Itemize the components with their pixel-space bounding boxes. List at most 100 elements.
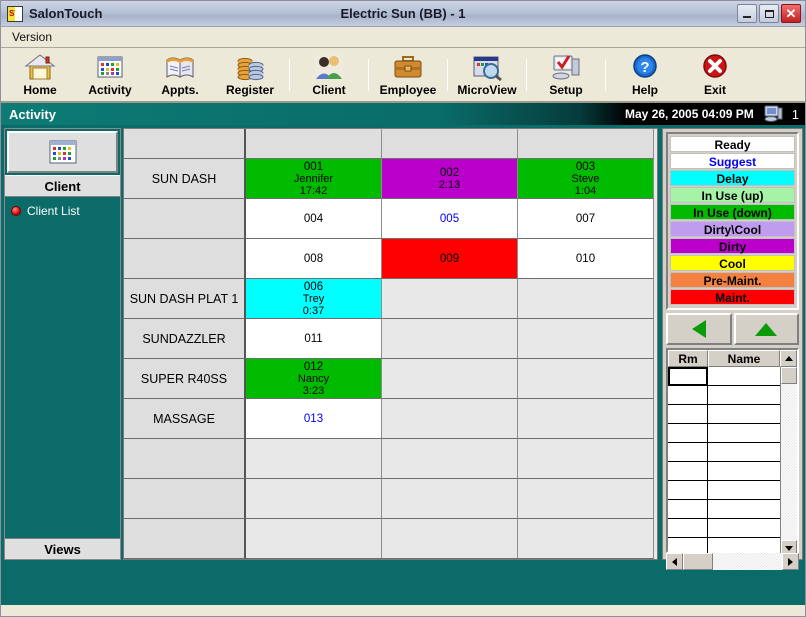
hscrollbar-track[interactable] xyxy=(713,553,782,570)
grid-row-label[interactable] xyxy=(124,439,246,479)
grid-cell-bed[interactable]: 011 xyxy=(246,319,382,359)
grid-row: SUN DASH 001 Jennifer 17:42 002 2:13 003 Steve 1… xyxy=(124,159,657,199)
grid-cell-bed[interactable]: 004 xyxy=(246,199,382,239)
cell-rm[interactable] xyxy=(668,405,708,424)
cell-rm[interactable] xyxy=(668,462,708,481)
scrollbar-track[interactable] xyxy=(781,384,797,540)
bed-number: 001 xyxy=(303,160,324,173)
grid-cell-bed[interactable]: 009 xyxy=(382,239,518,279)
column-header-name[interactable]: Name xyxy=(708,350,780,367)
bed-number: 010 xyxy=(575,252,596,265)
scroll-right-button[interactable] xyxy=(782,553,799,570)
cell-rm[interactable] xyxy=(668,386,708,405)
app-icon: ST xyxy=(7,5,23,22)
grid-row-label[interactable]: SUNDAZZLER xyxy=(124,319,246,359)
toolbar-button-activity[interactable]: Activity xyxy=(75,49,145,101)
table-row[interactable] xyxy=(668,367,780,386)
table-row[interactable] xyxy=(668,424,780,443)
sidebar-item-list: Client List xyxy=(5,197,120,538)
grid-row-label[interactable]: SUN DASH xyxy=(124,159,246,199)
grid-cell-bed[interactable]: 013 xyxy=(246,399,382,439)
grid-cell-empty xyxy=(246,439,382,479)
cell-name[interactable] xyxy=(708,519,780,538)
toolbar-button-employee[interactable]: Employee xyxy=(373,49,443,101)
cell-name[interactable] xyxy=(708,443,780,462)
cell-rm[interactable] xyxy=(668,500,708,519)
sidebar-item-client-list[interactable]: Client List xyxy=(9,203,116,219)
maximize-button[interactable] xyxy=(759,4,779,23)
cell-name[interactable] xyxy=(708,424,780,443)
bed-number: 012 xyxy=(303,360,324,373)
table-row[interactable] xyxy=(668,405,780,424)
table-row[interactable] xyxy=(668,519,780,538)
cell-name[interactable] xyxy=(708,386,780,405)
hscrollbar-thumb[interactable] xyxy=(683,553,713,570)
grid-cell-bed[interactable]: 010 xyxy=(518,239,654,279)
table-row[interactable] xyxy=(668,500,780,519)
toolbar-label: Setup xyxy=(549,83,583,97)
minimize-icon xyxy=(743,15,751,18)
cell-rm[interactable] xyxy=(668,481,708,500)
toolbar-button-setup[interactable]: Setup xyxy=(531,49,601,101)
bed-number: 004 xyxy=(303,212,324,225)
cell-name[interactable] xyxy=(708,367,780,386)
horizontal-scrollbar[interactable] xyxy=(666,553,799,570)
svg-text:?: ? xyxy=(640,59,649,76)
toolbar-label: Help xyxy=(631,83,658,97)
cell-rm[interactable] xyxy=(668,367,708,386)
toolbar-button-microview[interactable]: MicroView xyxy=(452,49,522,101)
toolbar-label: Register xyxy=(225,83,275,97)
sidebar-views-button[interactable]: Views xyxy=(5,538,120,559)
column-header-rm[interactable]: Rm xyxy=(668,350,708,367)
menu-item-version[interactable]: Version xyxy=(7,29,57,45)
grid-cell-bed[interactable]: 008 xyxy=(246,239,382,279)
cell-name[interactable] xyxy=(708,500,780,519)
grid-row-label[interactable]: SUPER R40SS xyxy=(124,359,246,399)
toolbar-button-appts[interactable]: Appts. xyxy=(145,49,215,101)
cell-name[interactable] xyxy=(708,405,780,424)
grid-row-label[interactable] xyxy=(124,519,246,559)
grid-cell-bed[interactable]: 012 Nancy 3:23 xyxy=(246,359,382,399)
scroll-left-button[interactable] xyxy=(666,553,683,570)
grid-row-label[interactable]: MASSAGE xyxy=(124,399,246,439)
bed-number: 009 xyxy=(439,252,460,265)
nav-up-button[interactable] xyxy=(733,313,799,345)
minimize-button[interactable] xyxy=(737,4,757,23)
grid-row-label[interactable] xyxy=(124,479,246,519)
close-button[interactable]: ✕ xyxy=(781,4,801,23)
sidebar-view-icon-button[interactable] xyxy=(7,131,118,173)
table-row[interactable] xyxy=(668,443,780,462)
table-row[interactable] xyxy=(668,386,780,405)
grid-cell-empty xyxy=(246,519,382,559)
app-name: SalonTouch xyxy=(29,6,103,21)
nav-back-button[interactable] xyxy=(666,313,732,345)
grid-cell-bed[interactable]: 002 2:13 xyxy=(382,159,518,199)
grid-cell-bed[interactable]: 006 Trey 0:37 xyxy=(246,279,382,319)
scrollbar-thumb[interactable] xyxy=(781,367,797,384)
session-time: 3:23 xyxy=(302,384,325,397)
toolbar-button-help[interactable]: ? Help xyxy=(610,49,680,101)
grid-row-label[interactable] xyxy=(124,239,246,279)
legend-entry: Pre-Maint. xyxy=(670,272,795,288)
table-row[interactable] xyxy=(668,462,780,481)
toolbar-button-register[interactable]: Register xyxy=(215,49,285,101)
toolbar-button-home[interactable]: Home xyxy=(5,49,75,101)
grid-cell-bed[interactable]: 007 xyxy=(518,199,654,239)
cell-name[interactable] xyxy=(708,462,780,481)
cell-name[interactable] xyxy=(708,481,780,500)
cell-rm[interactable] xyxy=(668,519,708,538)
cell-rm[interactable] xyxy=(668,443,708,462)
grid-row-label[interactable]: SUN DASH PLAT 1 xyxy=(124,279,246,319)
grid-row: MASSAGE 013 xyxy=(124,399,657,439)
grid-row-label[interactable] xyxy=(124,199,246,239)
home-icon xyxy=(23,52,57,82)
scroll-up-button[interactable] xyxy=(780,350,797,367)
toolbar-button-exit[interactable]: Exit xyxy=(680,49,750,101)
vertical-scrollbar[interactable] xyxy=(780,367,797,557)
cell-rm[interactable] xyxy=(668,424,708,443)
grid-cell-bed[interactable]: 001 Jennifer 17:42 xyxy=(246,159,382,199)
toolbar-button-client[interactable]: Client xyxy=(294,49,364,101)
grid-cell-bed[interactable]: 003 Steve 1:04 xyxy=(518,159,654,199)
grid-cell-bed[interactable]: 005 xyxy=(382,199,518,239)
table-row[interactable] xyxy=(668,481,780,500)
